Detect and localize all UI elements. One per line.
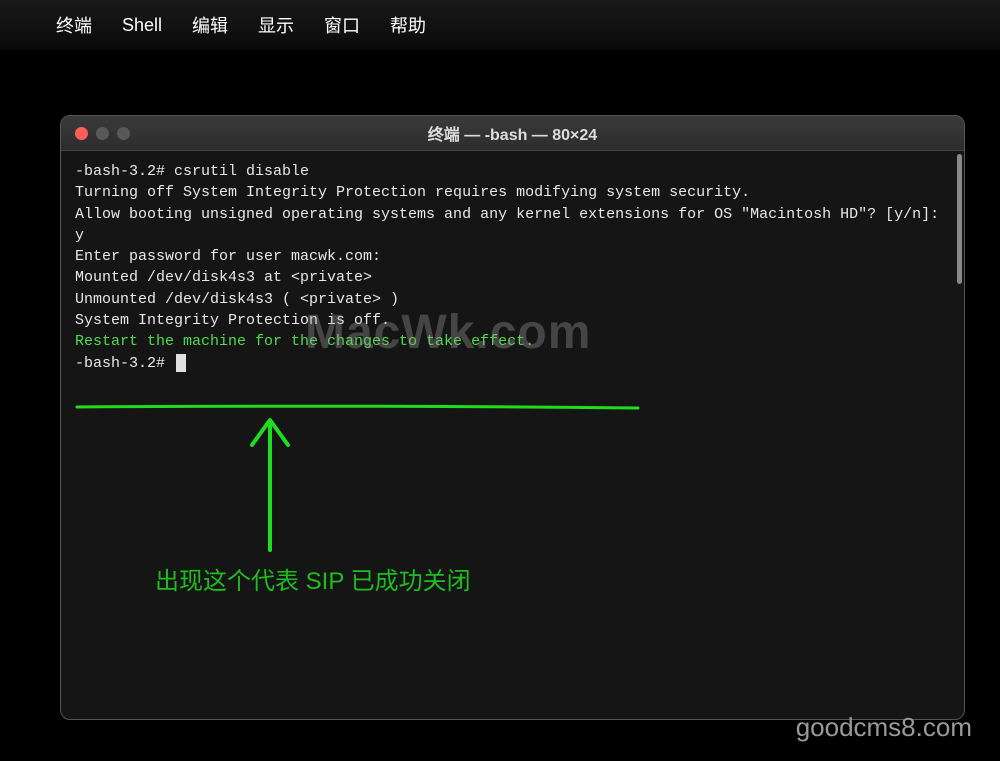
terminal-line: Enter password for user macwk.com: bbox=[75, 246, 950, 267]
cursor-icon bbox=[176, 354, 186, 372]
menu-window[interactable]: 窗口 bbox=[324, 12, 360, 38]
traffic-lights bbox=[61, 127, 130, 140]
terminal-restart-line: Restart the machine for the changes to t… bbox=[75, 331, 950, 352]
terminal-line: Unmounted /dev/disk4s3 ( <private> ) bbox=[75, 289, 950, 310]
terminal-line: -bash-3.2# csrutil disable bbox=[75, 161, 950, 182]
menu-help[interactable]: 帮助 bbox=[390, 12, 426, 38]
terminal-line: Allow booting unsigned operating systems… bbox=[75, 204, 950, 247]
menu-terminal[interactable]: 终端 bbox=[56, 12, 92, 38]
terminal-line: Turning off System Integrity Protection … bbox=[75, 182, 950, 203]
menu-edit[interactable]: 编辑 bbox=[192, 12, 228, 38]
menubar: 终端 Shell 编辑 显示 窗口 帮助 bbox=[0, 0, 1000, 50]
window-title: 终端 — -bash — 80×24 bbox=[61, 121, 964, 145]
menu-view[interactable]: 显示 bbox=[258, 12, 294, 38]
desktop: 终端 — -bash — 80×24 -bash-3.2# csrutil di… bbox=[0, 50, 1000, 761]
titlebar[interactable]: 终端 — -bash — 80×24 bbox=[61, 116, 964, 151]
menu-shell[interactable]: Shell bbox=[122, 15, 162, 36]
close-button[interactable] bbox=[75, 127, 88, 140]
terminal-prompt: -bash-3.2# bbox=[75, 353, 950, 374]
terminal-line: Mounted /dev/disk4s3 at <private> bbox=[75, 267, 950, 288]
terminal-content[interactable]: -bash-3.2# csrutil disable Turning off S… bbox=[61, 151, 964, 719]
maximize-button[interactable] bbox=[117, 127, 130, 140]
terminal-window: 终端 — -bash — 80×24 -bash-3.2# csrutil di… bbox=[60, 115, 965, 720]
scrollbar[interactable] bbox=[957, 154, 962, 284]
terminal-line: System Integrity Protection is off. bbox=[75, 310, 950, 331]
minimize-button[interactable] bbox=[96, 127, 109, 140]
footer-credit: goodcms8.com bbox=[796, 712, 972, 743]
